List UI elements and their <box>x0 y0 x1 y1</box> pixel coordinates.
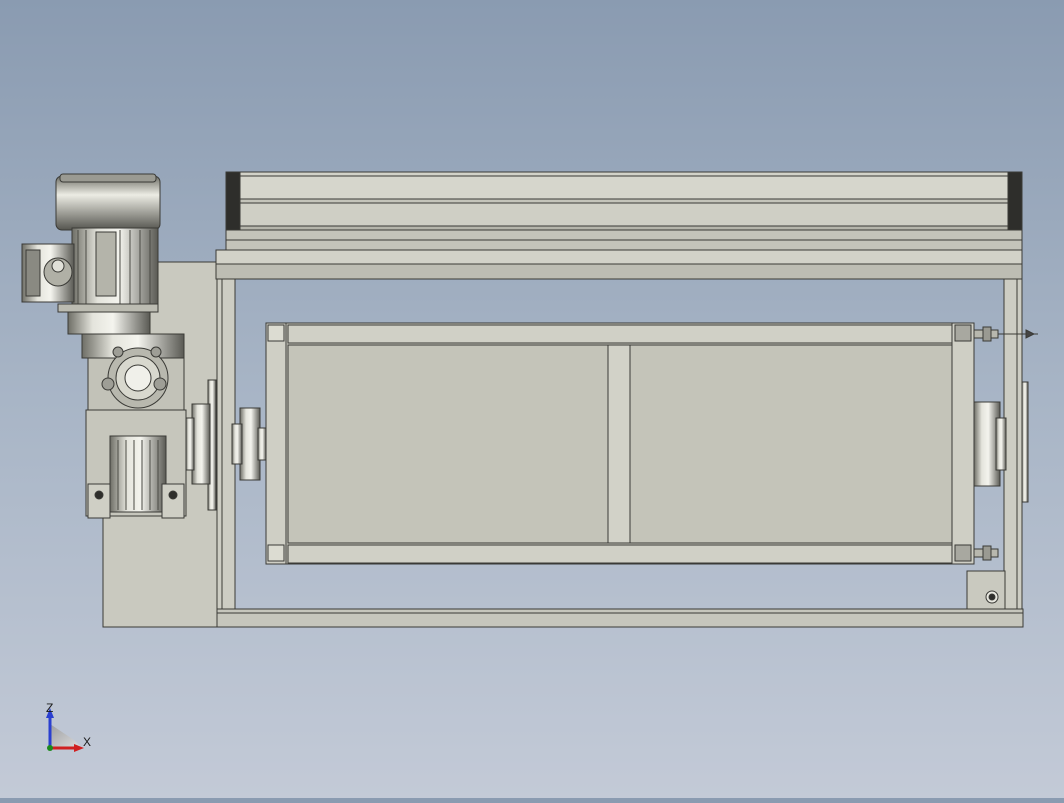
axis-triad: Z X <box>46 701 91 752</box>
gearbox <box>81 333 187 519</box>
motor <box>21 173 161 335</box>
cad-viewport[interactable]: Z X <box>0 0 1064 798</box>
drum-box <box>265 322 1038 565</box>
z-axis-label: Z <box>46 701 53 715</box>
x-axis-label: X <box>83 735 91 749</box>
